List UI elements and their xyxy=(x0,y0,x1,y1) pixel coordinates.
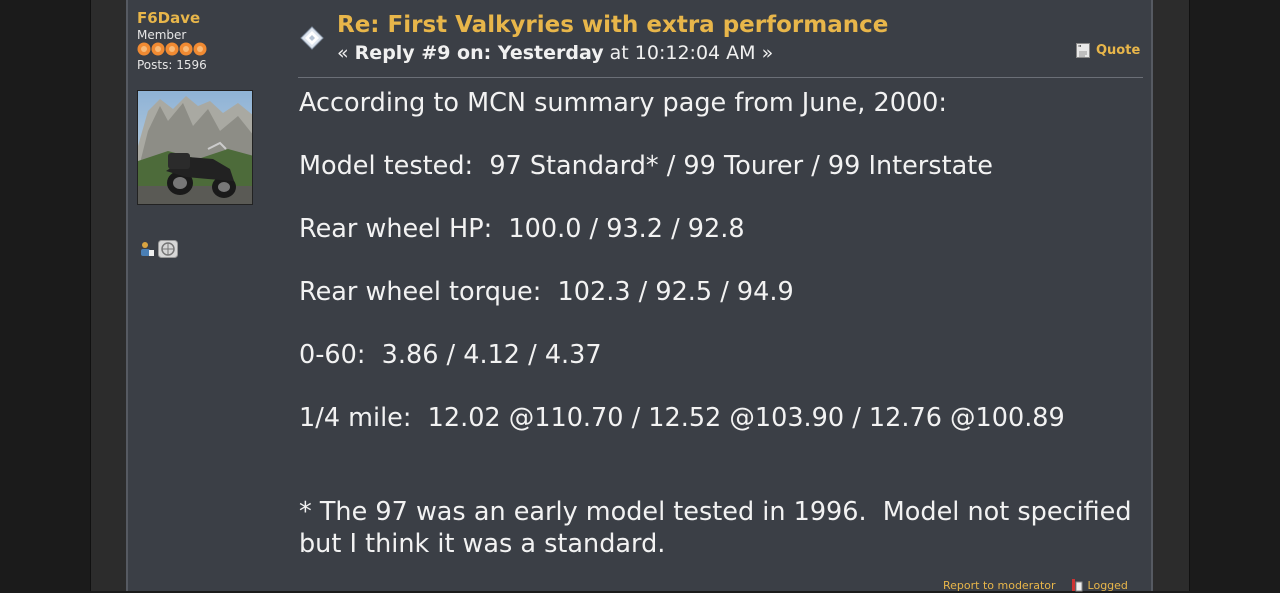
report-to-moderator-link[interactable]: Report to moderator xyxy=(943,579,1056,592)
svg-text:": " xyxy=(1078,44,1082,52)
post-body-line: 1/4 mile: 12.02 @110.70 / 12.52 @103.90 … xyxy=(299,403,1065,433)
poster-post-count: Posts: 1596 xyxy=(137,58,207,72)
post-body-line: * The 97 was an early model tested in 19… xyxy=(299,497,1132,527)
post-body-line: Rear wheel HP: 100.0 / 93.2 / 92.8 xyxy=(299,214,745,244)
motorcycle-mountain-image xyxy=(138,91,252,204)
member-stars xyxy=(137,42,207,56)
website-icon[interactable] xyxy=(158,240,178,258)
header-divider xyxy=(298,77,1143,78)
poster-name-link[interactable]: F6Dave xyxy=(137,9,200,27)
post-body-line: Rear wheel torque: 102.3 / 92.5 / 94.9 xyxy=(299,277,794,307)
post-subject-link[interactable]: Re: First Valkyries with extra performan… xyxy=(337,12,888,38)
avatar xyxy=(137,90,253,205)
profile-icons xyxy=(139,240,178,258)
star-icon xyxy=(137,42,151,56)
quote-icon: " xyxy=(1076,43,1090,58)
post-body-line: 0-60: 3.86 / 4.12 / 4.37 xyxy=(299,340,602,370)
reply-info: « Reply #9 on: Yesterday at 10:12:04 AM … xyxy=(337,42,773,64)
quote-label: Quote xyxy=(1096,43,1141,58)
post-body-line: but I think it was a standard. xyxy=(299,529,666,559)
post-xx-icon xyxy=(300,26,324,50)
reply-time: at 10:12:04 AM » xyxy=(603,42,774,64)
star-icon xyxy=(179,42,193,56)
post-body-line: According to MCN summary page from June,… xyxy=(299,88,947,118)
profile-icon[interactable] xyxy=(139,241,155,257)
reply-number: Reply #9 on: Yesterday xyxy=(354,42,604,64)
star-icon xyxy=(165,42,179,56)
star-icon xyxy=(151,42,165,56)
reply-prefix: « xyxy=(337,42,355,64)
quote-button[interactable]: " Quote xyxy=(1076,43,1140,58)
post-body-line: Model tested: 97 Standard* / 99 Tourer /… xyxy=(299,151,993,181)
poster-group: Member xyxy=(137,28,187,42)
star-icon xyxy=(193,42,207,56)
